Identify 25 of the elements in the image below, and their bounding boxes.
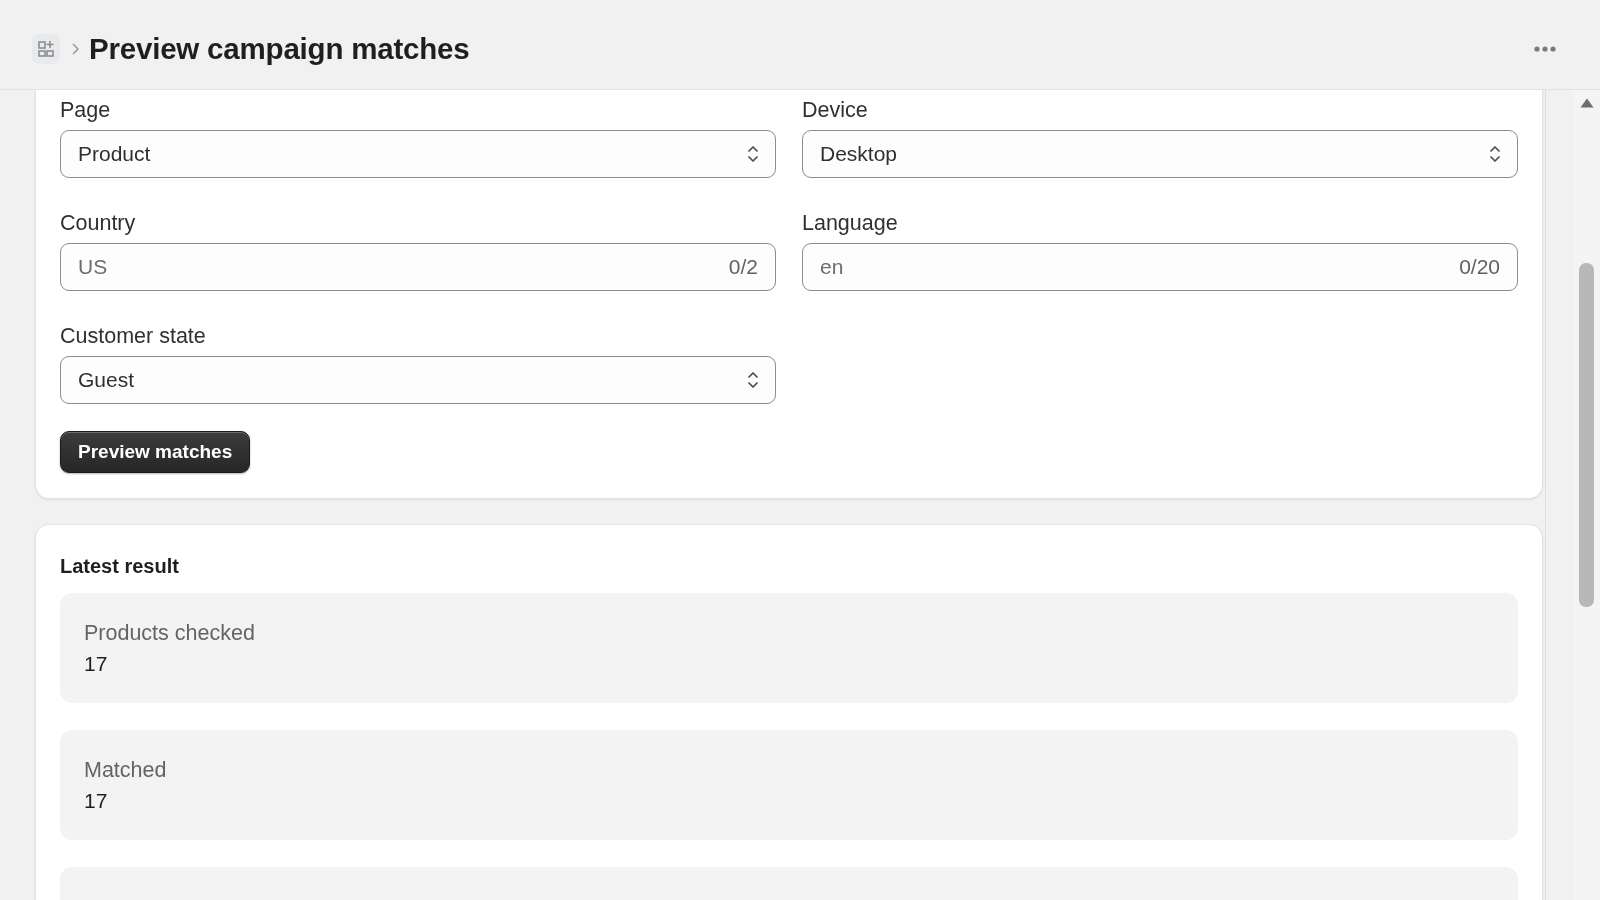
more-icon[interactable] [1534, 46, 1556, 52]
section-title: Latest result [60, 554, 179, 578]
field-label: Page [60, 98, 111, 123]
field-label: Device [802, 98, 868, 123]
field-label: Language [802, 211, 898, 236]
stat-label: Matched [84, 758, 167, 783]
stat-value: 17 [84, 788, 108, 813]
select-field[interactable]: Guest [60, 356, 776, 404]
preview-matches-button[interactable]: Preview matches [60, 431, 251, 473]
field-label: Country [60, 211, 136, 236]
scroll-up-icon[interactable] [1580, 98, 1594, 108]
character-counter: 0/20 [1459, 255, 1500, 279]
scrollbar-thumb[interactable] [1579, 263, 1594, 607]
up-down-chevron-icon [747, 144, 759, 164]
page-title: Preview campaign matches [89, 32, 470, 66]
chevron-right-icon [72, 43, 80, 55]
grid-plus-icon[interactable] [32, 34, 60, 64]
up-down-chevron-icon [1489, 144, 1501, 164]
select-field[interactable]: Product [60, 130, 776, 178]
select-field[interactable]: Desktop [802, 130, 1518, 178]
stat-value: 17 [84, 651, 108, 676]
up-down-chevron-icon [747, 370, 759, 390]
stat-label: Products checked [84, 621, 255, 646]
character-counter: 0/2 [728, 255, 758, 279]
field-label: Customer state [60, 324, 206, 349]
